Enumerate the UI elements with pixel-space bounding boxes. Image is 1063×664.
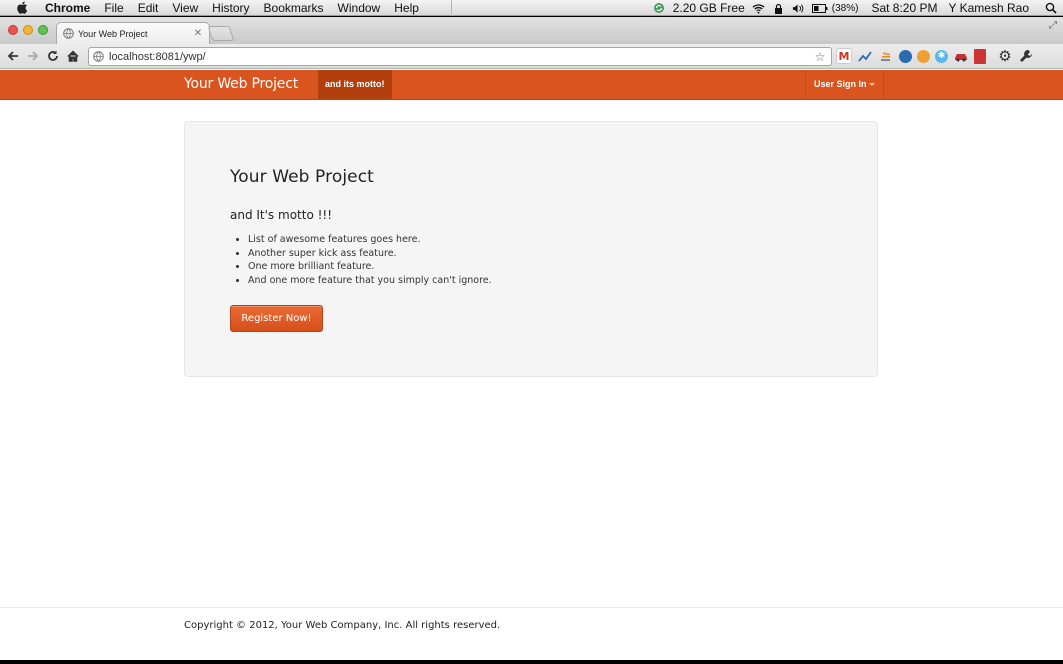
forward-icon[interactable] [23,46,43,66]
os-menubar: Chrome File Edit View History Bookmarks … [0,0,1063,16]
sync-icon[interactable] [653,2,666,15]
clock[interactable]: Sat 8:20 PM [871,1,937,15]
register-now-button[interactable]: Register Now! [230,305,323,332]
site-navbar: Your Web Project and its motto! User Sig… [0,70,1063,100]
menu-edit[interactable]: Edit [133,0,168,16]
browser-window: Your Web Project ✕ ⤢ localhost:8081/ywp/… [0,17,1063,660]
menu-bookmarks[interactable]: Bookmarks [259,0,333,16]
tab-strip: Your Web Project ✕ ⤢ [0,17,1063,44]
bookmark-star-icon[interactable]: ☆ [813,50,827,64]
sign-in-label: User Sign In [814,79,867,89]
caret-down-icon [868,83,875,87]
menu-view[interactable]: View [167,0,207,16]
earth-icon[interactable] [899,49,912,63]
window-zoom-button[interactable] [38,25,48,35]
tab-title: Your Web Project [78,28,148,39]
hero-subtitle: and It's motto !!! [230,208,333,222]
reload-icon[interactable] [43,46,63,66]
list-item: List of awesome features goes here. [248,233,492,247]
spotlight-icon[interactable] [1044,2,1057,15]
battery-percent: (38%) [831,2,859,14]
bookmark-ext-icon[interactable] [974,48,986,64]
stackoverflow-icon[interactable] [878,48,894,64]
menu-file[interactable]: File [99,0,132,16]
apple-icon[interactable] [14,1,30,15]
menubar-status-area: 2.20 GB Free (38%) Sat 8:20 PM Y Kamesh … [653,0,1057,16]
list-item: One more brilliant feature. [248,260,492,274]
list-item: And one more feature that you simply can… [248,274,492,288]
url-text: localhost:8081/ywp/ [109,50,206,63]
menu-window[interactable]: Window [333,0,390,16]
globe-icon [63,28,74,39]
hero-title: Your Web Project [230,167,374,187]
car-icon[interactable] [953,48,969,64]
browser-toolbar: localhost:8081/ywp/ ☆ M ✱ ⚙ [0,44,1063,69]
snowflake-icon[interactable]: ✱ [935,49,948,63]
list-item: Another super kick ass feature. [248,247,492,261]
menu-chrome[interactable]: Chrome [40,0,99,16]
user-sign-in-dropdown[interactable]: User Sign In [805,70,884,99]
menu-history[interactable]: History [207,0,258,16]
menu-help[interactable]: Help [389,0,428,16]
wrench-icon[interactable] [1018,48,1034,64]
user-name[interactable]: Y Kamesh Rao [949,1,1030,15]
new-tab-button[interactable] [207,26,235,41]
window-minimize-button[interactable] [23,25,33,35]
volume-icon[interactable] [792,2,805,15]
menubar-divider [450,0,452,16]
gmail-icon[interactable]: M [836,48,852,64]
nav-motto-link[interactable]: and its motto! [318,70,392,99]
page-viewport: Your Web Project and its motto! User Sig… [0,70,1063,660]
lock-icon[interactable] [772,2,785,15]
hero-unit: Your Web Project and It's motto !!! List… [184,121,878,377]
window-close-button[interactable] [8,25,18,35]
brand-link[interactable]: Your Web Project [184,70,298,100]
fullscreen-icon[interactable]: ⤢ [1049,20,1057,31]
adblock-icon[interactable] [917,49,930,63]
wifi-icon[interactable] [752,2,765,15]
settings-gear-icon[interactable]: ⚙ [997,47,1013,65]
footer-copyright: Copyright © 2012, Your Web Company, Inc.… [184,620,501,631]
analytics-icon[interactable] [857,48,873,64]
footer-divider [0,607,1063,608]
address-bar[interactable]: localhost:8081/ywp/ ☆ [88,47,832,66]
extension-icons: M ✱ ⚙ [836,47,1034,65]
battery-icon[interactable] [811,2,828,15]
feature-list: List of awesome features goes here. Anot… [248,233,492,287]
tab-close-icon[interactable]: ✕ [193,28,203,39]
back-icon[interactable] [3,46,23,66]
disk-free-label: 2.20 GB Free [672,1,745,15]
tab-your-web-project[interactable]: Your Web Project ✕ [56,22,210,44]
page-info-icon[interactable] [93,51,104,62]
home-icon[interactable] [63,46,83,66]
